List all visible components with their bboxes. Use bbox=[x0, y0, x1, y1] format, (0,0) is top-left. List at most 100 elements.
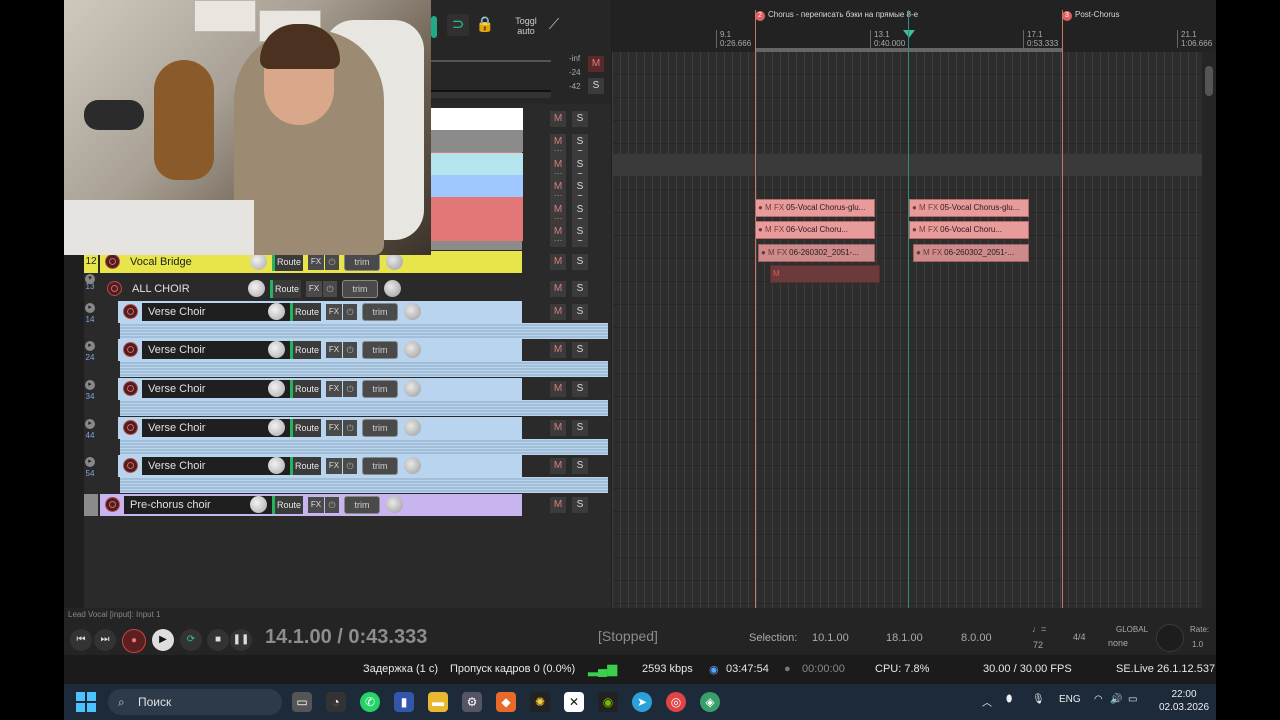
track-1-swatch[interactable] bbox=[431, 108, 523, 130]
selection-start[interactable]: 10.1.00 bbox=[812, 632, 849, 644]
solo-button[interactable]: S bbox=[572, 497, 588, 513]
track-row[interactable]: 14 ▸ Verse Choir Route FX ⏻ trim M S bbox=[84, 301, 611, 324]
mute-button[interactable]: M bbox=[550, 381, 566, 397]
record-arm-icon[interactable] bbox=[123, 458, 138, 473]
volume-knob[interactable] bbox=[386, 496, 403, 513]
tray-expand-icon[interactable]: ︿ bbox=[982, 694, 992, 709]
media-item[interactable]: ● M FX 06-260302_2051-... bbox=[758, 244, 875, 262]
global-automation-select[interactable]: none bbox=[1108, 638, 1128, 648]
solo-button[interactable]: S bbox=[572, 304, 588, 320]
fx-button[interactable]: FX bbox=[326, 458, 342, 474]
automation-trim-button[interactable]: trim bbox=[362, 341, 398, 359]
taskbar-clock[interactable]: 22:00 02.03.2026 bbox=[1154, 688, 1214, 714]
mute-button[interactable]: M bbox=[550, 157, 566, 173]
pan-knob[interactable] bbox=[268, 303, 285, 320]
folder-toggle-icon[interactable]: ▸ bbox=[85, 303, 95, 313]
record-arm-icon[interactable] bbox=[123, 304, 138, 319]
fx-button[interactable]: FX bbox=[326, 381, 342, 397]
mute-button[interactable]: M bbox=[550, 304, 566, 320]
metronome-icon[interactable]: ♩= bbox=[1032, 624, 1046, 634]
automation-trim-button[interactable]: trim bbox=[362, 419, 398, 437]
fx-bypass-icon[interactable]: ⏻ bbox=[325, 254, 339, 270]
mute-button[interactable]: M bbox=[550, 458, 566, 474]
solo-button[interactable]: S bbox=[572, 111, 588, 127]
pan-knob[interactable] bbox=[268, 380, 285, 397]
fx-bypass-icon[interactable]: ⏻ bbox=[343, 304, 357, 320]
folder-toggle-icon[interactable]: ▸ bbox=[85, 419, 95, 429]
record-arm-icon[interactable] bbox=[123, 381, 138, 396]
track-5-swatch[interactable] bbox=[431, 197, 523, 219]
media-item[interactable]: ● M FX 05-Vocal Chorus-glu... bbox=[755, 199, 875, 217]
marker-3[interactable]: 3 Post-Chorus bbox=[1062, 10, 1119, 21]
route-button[interactable]: Route bbox=[272, 253, 303, 271]
volume-knob[interactable] bbox=[386, 253, 403, 270]
fx-button[interactable]: FX bbox=[326, 420, 342, 436]
ripple-icon[interactable]: ⟋ bbox=[543, 14, 565, 36]
rate-value[interactable]: 1.0 bbox=[1192, 640, 1203, 649]
fx-button[interactable]: FX bbox=[326, 304, 342, 320]
take-lane[interactable] bbox=[120, 400, 608, 416]
fx-button[interactable]: FX bbox=[326, 342, 342, 358]
automation-trim-button[interactable]: trim bbox=[344, 496, 380, 514]
timeline-ruler[interactable]: 2 Chorus - переписать бэки на прямые 8-е … bbox=[612, 0, 1216, 52]
record-arm-icon[interactable] bbox=[105, 254, 120, 269]
route-button[interactable]: Route bbox=[290, 341, 321, 359]
burst-app-icon[interactable]: ✺ bbox=[530, 692, 550, 712]
pan-knob[interactable] bbox=[250, 496, 267, 513]
volume-icon[interactable]: 🔊 bbox=[1110, 694, 1122, 705]
solo-button[interactable]: S bbox=[572, 381, 588, 397]
pan-knob[interactable] bbox=[268, 341, 285, 358]
track-row[interactable]: 13 ▾ ALL CHOIR Route FX ⏻ trim M S bbox=[84, 274, 611, 300]
take-lane[interactable] bbox=[120, 439, 608, 455]
whatsapp-icon[interactable]: ✆ bbox=[360, 692, 380, 712]
fx-bypass-icon[interactable]: ⏻ bbox=[325, 497, 339, 513]
mute-button[interactable]: M bbox=[550, 342, 566, 358]
battery-icon[interactable]: ▭ bbox=[1128, 694, 1137, 705]
solo-button[interactable]: S bbox=[572, 157, 588, 173]
volume-knob[interactable] bbox=[404, 380, 421, 397]
time-signature[interactable]: 4/4 bbox=[1073, 632, 1086, 642]
route-button[interactable]: Route bbox=[290, 419, 321, 437]
track-number[interactable]: 14 bbox=[84, 315, 96, 324]
automation-trim-button[interactable]: trim bbox=[362, 457, 398, 475]
solo-button[interactable]: S bbox=[572, 254, 588, 270]
volume-knob[interactable] bbox=[404, 303, 421, 320]
microphone-icon[interactable]: 🎙 bbox=[1032, 694, 1045, 705]
track-row[interactable]: Pre-chorus choir Route FX ⏻ trim M S bbox=[84, 494, 611, 516]
solo-button[interactable]: S bbox=[572, 342, 588, 358]
tray-app-icon[interactable]: ⬮ bbox=[1006, 694, 1012, 705]
task-view-icon[interactable]: ▭ bbox=[292, 692, 312, 712]
toggle-auto-button[interactable]: Toggl auto bbox=[513, 16, 539, 38]
selection-length[interactable]: 8.0.00 bbox=[961, 632, 992, 644]
mute-button[interactable]: M bbox=[550, 179, 566, 195]
master-mute-button[interactable]: M bbox=[588, 56, 604, 72]
pause-button[interactable]: ❚❚ bbox=[230, 629, 252, 651]
track-2-swatch[interactable] bbox=[431, 130, 523, 152]
edit-cursor-icon[interactable] bbox=[903, 30, 915, 38]
track-number[interactable] bbox=[84, 494, 98, 516]
settings-icon[interactable]: ⚙ bbox=[462, 692, 482, 712]
taskbar-search[interactable]: ⌕ Поиск bbox=[108, 689, 282, 715]
record-arm-icon[interactable] bbox=[123, 420, 138, 435]
mute-button[interactable]: M bbox=[550, 224, 566, 240]
media-item-muted[interactable]: M bbox=[770, 265, 880, 283]
folder-toggle-icon[interactable]: ▾ bbox=[85, 274, 95, 284]
volume-knob[interactable] bbox=[384, 280, 401, 297]
lock-icon[interactable]: 🔒 bbox=[474, 14, 496, 36]
fx-bypass-icon[interactable]: ⏻ bbox=[343, 458, 357, 474]
fx-button[interactable]: FX bbox=[308, 254, 324, 270]
file-explorer-icon[interactable]: ▬ bbox=[428, 692, 448, 712]
record-button[interactable]: ● bbox=[122, 629, 146, 653]
chrome-icon[interactable]: ◎ bbox=[666, 692, 686, 712]
arrange-view[interactable]: 2 Chorus - переписать бэки на прямые 8-е … bbox=[612, 0, 1216, 608]
solo-button[interactable]: S bbox=[572, 224, 588, 240]
selection-end[interactable]: 18.1.00 bbox=[886, 632, 923, 644]
route-button[interactable]: Route bbox=[272, 496, 303, 514]
volume-knob[interactable] bbox=[404, 457, 421, 474]
browser-icon[interactable]: ◈ bbox=[700, 692, 720, 712]
track-row[interactable]: 24 ▸ Verse Choir Route FX ⏻ trim M S bbox=[84, 339, 611, 362]
repeat-button[interactable]: ⟳ bbox=[180, 629, 202, 651]
fl-studio-icon[interactable]: ◆ bbox=[496, 692, 516, 712]
fx-bypass-icon[interactable]: ⏻ bbox=[343, 342, 357, 358]
record-arm-icon[interactable] bbox=[105, 497, 120, 512]
